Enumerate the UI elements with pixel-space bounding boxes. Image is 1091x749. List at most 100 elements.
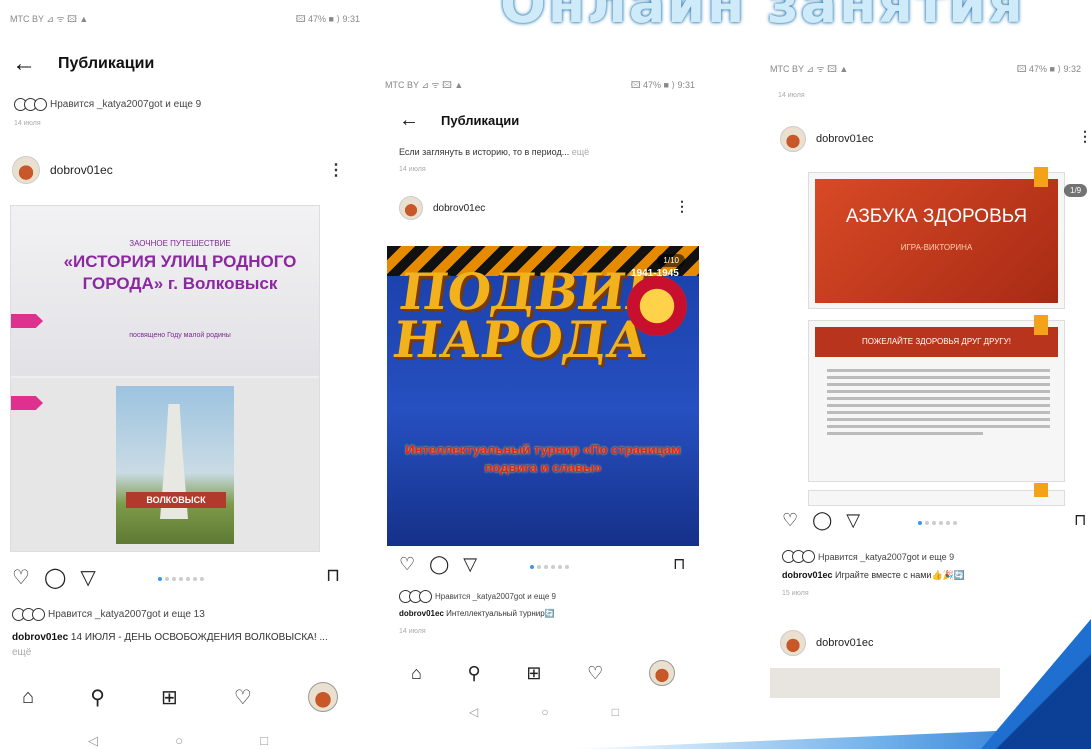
likes-text[interactable]: Нравится _katya2007got и еще 9 <box>435 592 556 601</box>
avatar[interactable] <box>780 630 806 656</box>
phone-screen-1: МТС BY ⊿ ᯤ 🖾 ▲ 🖾 47% ■ ⟩ 9:31 ← Публикац… <box>0 0 370 749</box>
caption-text: 14 ИЮЛЯ - ДЕНЬ ОСВОБОЖДЕНИЯ ВОЛКОВЫСКА! … <box>70 632 328 643</box>
orange-tab-decoration <box>1034 315 1048 335</box>
home-icon[interactable]: ⌂ <box>22 686 34 709</box>
post-actions: ♡ ◯ ▽ <box>12 565 96 590</box>
top-likes-text[interactable]: Нравится _katya2007got и еще 9 <box>50 99 201 110</box>
orange-tab-decoration <box>1034 483 1048 497</box>
pink-arrow-decoration <box>11 314 43 328</box>
system-back-icon[interactable]: ◁ <box>469 705 478 719</box>
header: ← Публикации <box>399 110 519 130</box>
pink-arrow-decoration <box>11 396 43 410</box>
back-arrow-icon[interactable]: ← <box>12 52 36 76</box>
username[interactable]: dobrov01ec <box>816 133 874 145</box>
slide-top: ЗАОЧНОЕ ПУТЕШЕСТВИЕ «ИСТОРИЯ УЛИЦ РОДНОГ… <box>11 206 319 376</box>
caption-username[interactable]: dobrov01ec <box>782 570 833 580</box>
status-left: МТС BY ⊿ ᯤ 🖾 ▲ <box>385 80 464 90</box>
back-arrow-icon[interactable]: ← <box>399 110 419 130</box>
caption-username[interactable]: dobrov01ec <box>12 632 68 643</box>
username[interactable]: dobrov01ec <box>50 163 113 177</box>
banner-title: Онлайн занятия <box>500 0 1091 28</box>
top-likes: Нравится _katya2007got и еще 9 <box>14 98 201 111</box>
bookmark-icon[interactable]: ⊓ <box>1074 510 1086 530</box>
carousel-dots <box>918 521 957 525</box>
phone-screen-2: МТС BY ⊿ ᯤ 🖾 ▲ 🖾 47% ■ ⟩ 9:31 ← Публикац… <box>375 60 705 740</box>
liker-avatars <box>399 590 432 603</box>
post-date: 14 июля <box>14 120 41 127</box>
slide-text-lines <box>827 369 1050 439</box>
system-nav: ◁ ○ □ <box>88 733 268 749</box>
avatar[interactable] <box>12 156 40 184</box>
heart-icon[interactable]: ♡ <box>399 554 415 575</box>
likes-text[interactable]: Нравится _katya2007got и еще 13 <box>48 609 205 620</box>
liker-avatars <box>12 608 45 621</box>
more-icon[interactable]: ⋮ <box>1078 128 1091 145</box>
slide-red-panel: АЗБУКА ЗДОРОВЬЯ ИГРА-ВИКТОРИНА <box>815 179 1058 303</box>
orange-tab-decoration <box>1034 167 1048 187</box>
city-sign: ВОЛКОВЫСК <box>126 492 226 508</box>
home-icon[interactable]: ⌂ <box>411 663 422 684</box>
avatar[interactable] <box>780 126 806 152</box>
search-icon[interactable]: ⚲ <box>468 663 481 684</box>
system-recent-icon[interactable]: □ <box>612 705 619 719</box>
slide-subtitle: ИГРА-ВИКТОРИНА <box>900 242 973 252</box>
avatar[interactable] <box>399 196 423 220</box>
status-bar: МТС BY ⊿ ᯤ 🖾 ▲ 🖾 47% ■ ⟩ 9:31 <box>385 78 695 94</box>
add-post-icon[interactable]: ⊞ <box>526 663 541 684</box>
username[interactable]: dobrov01ec <box>433 203 485 214</box>
comment-icon[interactable]: ◯ <box>812 510 832 531</box>
status-right: 🖾 47% ■ ⟩ 9:31 <box>630 80 695 90</box>
more-icon[interactable]: ⋮ <box>675 198 689 215</box>
slide-tournament-text: Интеллектуальный турнир «По страницам по… <box>405 442 681 476</box>
heart-icon[interactable]: ♡ <box>12 565 30 590</box>
post-image[interactable]: ПОДВИГ НАРОДА 1941-1945 Интеллектуальный… <box>387 246 699 546</box>
post-actions: ♡ ◯ ▽ <box>782 510 860 531</box>
share-icon[interactable]: ▽ <box>80 565 95 590</box>
system-recent-icon[interactable]: □ <box>260 733 268 749</box>
activity-heart-icon[interactable]: ♡ <box>587 663 603 684</box>
next-post-image[interactable] <box>770 668 1000 698</box>
post-actions: ♡ ◯ ▽ <box>399 554 477 575</box>
post-header: dobrov01ec <box>399 196 485 220</box>
likes-text[interactable]: Нравится _katya2007got и еще 9 <box>818 552 954 562</box>
slide-wish-health[interactable]: ПОЖЕЛАЙТЕ ЗДОРОВЬЯ ДРУГ ДРУГУ! <box>808 315 1065 482</box>
system-home-icon[interactable]: ○ <box>541 705 548 719</box>
status-left: МТС BY ⊿ ᯤ 🖾 ▲ <box>770 64 849 74</box>
system-home-icon[interactable]: ○ <box>175 733 183 749</box>
post-header: dobrov01ec <box>780 126 874 152</box>
more-icon[interactable]: ⋮ <box>328 160 344 180</box>
profile-avatar[interactable] <box>307 682 338 712</box>
heart-icon[interactable]: ♡ <box>782 510 798 531</box>
activity-heart-icon[interactable]: ♡ <box>234 685 252 710</box>
slide-azbuka[interactable]: АЗБУКА ЗДОРОВЬЯ ИГРА-ВИКТОРИНА <box>808 167 1065 309</box>
caption-text: Играйте вместе с нами👍🎉🔄 <box>835 570 966 580</box>
caption-username[interactable]: dobrov01ec <box>399 609 444 618</box>
likes-row: Нравится _katya2007got и еще 13 <box>12 608 205 621</box>
slide-banner: ПОЖЕЛАЙТЕ ЗДОРОВЬЯ ДРУГ ДРУГУ! <box>815 327 1058 357</box>
post-image[interactable]: ЗАОЧНОЕ ПУТЕШЕСТВИЕ «ИСТОРИЯ УЛИЦ РОДНОГ… <box>10 205 320 552</box>
post-header: dobrov01ec <box>12 156 113 184</box>
likes-row: Нравится _katya2007got и еще 9 <box>782 550 954 563</box>
caption-more[interactable]: ещё <box>572 147 589 157</box>
search-icon[interactable]: ⚲ <box>90 685 105 710</box>
system-back-icon[interactable]: ◁ <box>88 733 98 749</box>
bookmark-icon[interactable]: ⊓ <box>673 554 685 574</box>
comment-icon[interactable]: ◯ <box>44 565 66 590</box>
profile-avatar[interactable] <box>648 660 675 686</box>
share-icon[interactable]: ▽ <box>846 510 860 531</box>
carousel-counter: 1/9 <box>1064 184 1088 197</box>
slide-title: «ИСТОРИЯ УЛИЦ РОДНОГО ГОРОДА» г. Волковы… <box>63 252 297 294</box>
bookmark-icon[interactable]: ⊓ <box>326 565 340 586</box>
caption: dobrov01ec 14 ИЮЛЯ - ДЕНЬ ОСВОБОЖДЕНИЯ В… <box>12 630 332 660</box>
status-bar: МТС BY ⊿ ᯤ 🖾 ▲ 🖾 47% ■ ⟩ 9:31 <box>10 12 360 28</box>
caption-text: Интеллектуальный турнир🔄 <box>446 609 555 618</box>
add-post-icon[interactable]: ⊞ <box>161 685 178 710</box>
caption-more[interactable]: ещё <box>12 647 31 658</box>
username[interactable]: dobrov01ec <box>816 637 874 649</box>
share-icon[interactable]: ▽ <box>463 554 477 575</box>
caption-date: 15 июля <box>782 590 809 597</box>
status-right: 🖾 47% ■ ⟩ 9:32 <box>1016 64 1081 74</box>
comment-icon[interactable]: ◯ <box>429 554 449 575</box>
system-nav: ◁ ○ □ <box>469 705 619 719</box>
post-date: 14 июля <box>399 166 426 173</box>
